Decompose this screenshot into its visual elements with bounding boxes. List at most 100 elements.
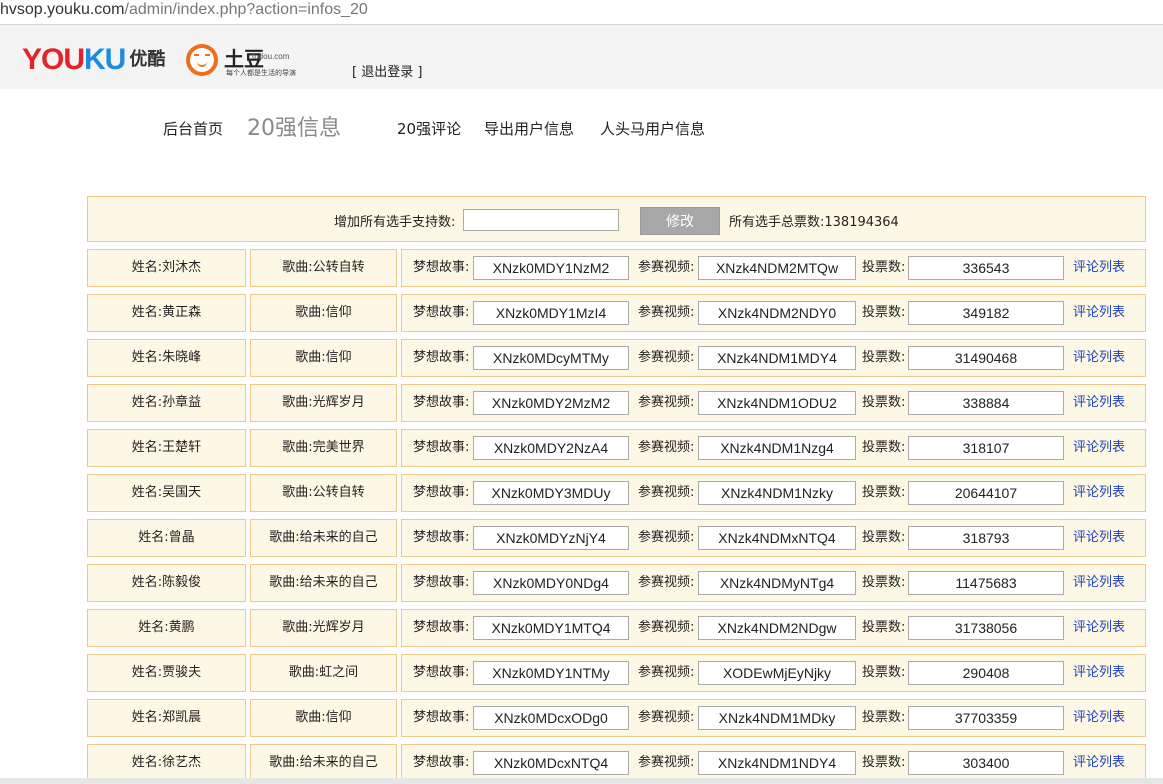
votes-field[interactable]: 336543 (908, 256, 1064, 280)
votes-label: 投票数: (862, 485, 906, 500)
contestant-info: 梦想故事: XNzk0MDY1NTMy 参赛视频: XODEwMjEyNjky 投票数:… (401, 654, 1146, 692)
dream-story-field[interactable]: XNzk0MDYzNjY4 (473, 526, 629, 550)
votes-label: 投票数: (862, 620, 906, 635)
votes-label: 投票数: (862, 575, 906, 590)
votes-field[interactable]: 37703359 (908, 706, 1064, 730)
votes-field[interactable]: 303400 (908, 751, 1064, 775)
votes-field[interactable]: 20644107 (908, 481, 1064, 505)
votes-field[interactable]: 338884 (908, 391, 1064, 415)
contestant-song: 歌曲:给未来的自己 (250, 519, 397, 557)
tudou-logo[interactable]: 土豆 tudou.com 每个人都是生活的导演 (186, 42, 346, 82)
contestant-info: 梦想故事: XNzk0MDY2MzM2 参赛视频: XNzk4NDM1ODU2 投票数:… (401, 384, 1146, 422)
comment-list-link[interactable]: 评论列表 (1073, 340, 1125, 376)
modify-button[interactable]: 修改 (640, 207, 720, 235)
contestant-info: 梦想故事: XNzk0MDcyMTMy 参赛视频: XNzk4NDM1MDY4 投票数:… (401, 339, 1146, 377)
dream-story-label: 梦想故事: (413, 530, 470, 545)
entry-video-field[interactable]: XNzk4NDM1NDY4 (698, 751, 856, 775)
contestant-row: 姓名:王楚轩 歌曲:完美世界 梦想故事: XNzk0MDY2NzA4 参赛视频: XNzk… (87, 429, 1146, 467)
logout-link[interactable]: [ 退出登录 ] (352, 61, 422, 80)
window-bottom-edge (0, 778, 1163, 784)
comment-list-link[interactable]: 评论列表 (1073, 475, 1125, 511)
contestant-info: 梦想故事: XNzk0MDcxNTQ4 参赛视频: XNzk4NDM1NDY4 投票数:… (401, 744, 1146, 782)
dream-story-field[interactable]: XNzk0MDcxNTQ4 (473, 751, 629, 775)
comment-list-link[interactable]: 评论列表 (1073, 655, 1125, 691)
contestant-name: 姓名:贾骏夫 (87, 654, 246, 692)
comment-list-link[interactable]: 评论列表 (1073, 745, 1125, 781)
contestant-name: 姓名:黄正森 (87, 294, 246, 332)
dream-story-field[interactable]: XNzk0MDcyMTMy (473, 346, 629, 370)
dream-story-field[interactable]: XNzk0MDY1MzI4 (473, 301, 629, 325)
contestant-song: 歌曲:公转自转 (250, 249, 397, 287)
dream-story-field[interactable]: XNzk0MDY1MTQ4 (473, 616, 629, 640)
entry-video-field[interactable]: XNzk4NDM1ODU2 (698, 391, 856, 415)
entry-video-field[interactable]: XNzk4NDM1Nzg4 (698, 436, 856, 460)
votes-label: 投票数: (862, 440, 906, 455)
dream-story-label: 梦想故事: (413, 350, 470, 365)
entry-video-field[interactable]: XNzk4NDM2NDgw (698, 616, 856, 640)
url-text[interactable]: hvsop.youku.com/admin/index.php?action=i… (0, 1, 368, 19)
entry-video-label: 参赛视频: (638, 620, 695, 635)
entry-video-field[interactable]: XNzk4NDM2MTQw (698, 256, 856, 280)
contestant-row: 姓名:黄鹏 歌曲:光辉岁月 梦想故事: XNzk0MDY1MTQ4 参赛视频: XNzk4… (87, 609, 1146, 647)
contestant-song: 歌曲:完美世界 (250, 429, 397, 467)
votes-field[interactable]: 318793 (908, 526, 1064, 550)
address-bar[interactable]: hvsop.youku.com/admin/index.php?action=i… (0, 0, 1163, 25)
dream-story-field[interactable]: XNzk0MDY3MDUy (473, 481, 629, 505)
comment-list-link[interactable]: 评论列表 (1073, 520, 1125, 556)
nav-export-users[interactable]: 导出用户信息 (484, 118, 574, 139)
entry-video-field[interactable]: XNzk4NDM2NDY0 (698, 301, 856, 325)
youku-logo[interactable]: YOUKU 优酷 (22, 43, 165, 77)
dream-story-field[interactable]: XNzk0MDY1NzM2 (473, 256, 629, 280)
youku-logo-ku: KU (84, 43, 126, 76)
support-input[interactable] (463, 209, 619, 231)
votes-field[interactable]: 290408 (908, 661, 1064, 685)
votes-field[interactable]: 318107 (908, 436, 1064, 460)
comment-list-link[interactable]: 评论列表 (1073, 295, 1125, 331)
comment-list-link[interactable]: 评论列表 (1073, 700, 1125, 736)
votes-field[interactable]: 31490468 (908, 346, 1064, 370)
dream-story-field[interactable]: XNzk0MDY0NDg4 (473, 571, 629, 595)
dream-story-label: 梦想故事: (413, 485, 470, 500)
dream-story-label: 梦想故事: (413, 620, 470, 635)
entry-video-field[interactable]: XNzk4NDM1MDky (698, 706, 856, 730)
dream-story-field[interactable]: XNzk0MDY1NTMy (473, 661, 629, 685)
support-label: 增加所有选手支持数: (334, 215, 456, 230)
comment-list-link[interactable]: 评论列表 (1073, 565, 1125, 601)
dream-story-field[interactable]: XNzk0MDY2NzA4 (473, 436, 629, 460)
dream-story-label: 梦想故事: (413, 665, 470, 680)
votes-field[interactable]: 349182 (908, 301, 1064, 325)
votes-field[interactable]: 11475683 (908, 571, 1064, 595)
entry-video-field[interactable]: XNzk4NDMyNTg4 (698, 571, 856, 595)
comment-list-link[interactable]: 评论列表 (1073, 385, 1125, 421)
votes-label: 投票数: (862, 350, 906, 365)
votes-label: 投票数: (862, 305, 906, 320)
nav-remy-users[interactable]: 人头马用户信息 (600, 118, 705, 139)
votes-label: 投票数: (862, 260, 906, 275)
votes-field[interactable]: 31738056 (908, 616, 1064, 640)
entry-video-field[interactable]: XNzk4NDM1Nzky (698, 481, 856, 505)
contestant-info: 梦想故事: XNzk0MDY1NzM2 参赛视频: XNzk4NDM2MTQw 投票数:… (401, 249, 1146, 287)
nav-top20-info[interactable]: 20强信息 (247, 110, 341, 142)
contestant-song: 歌曲:光辉岁月 (250, 609, 397, 647)
contestant-info: 梦想故事: XNzk0MDY1MTQ4 参赛视频: XNzk4NDM2NDgw 投票数:… (401, 609, 1146, 647)
dream-story-label: 梦想故事: (413, 395, 470, 410)
comment-list-link[interactable]: 评论列表 (1073, 610, 1125, 646)
entry-video-field[interactable]: XODEwMjEyNjky (698, 661, 856, 685)
dream-story-label: 梦想故事: (413, 575, 470, 590)
entry-video-field[interactable]: XNzk4NDMxNTQ4 (698, 526, 856, 550)
dream-story-field[interactable]: XNzk0MDcxODg0 (473, 706, 629, 730)
entry-video-label: 参赛视频: (638, 755, 695, 770)
dream-story-field[interactable]: XNzk0MDY2MzM2 (473, 391, 629, 415)
entry-video-label: 参赛视频: (638, 710, 695, 725)
contestant-row: 姓名:朱晓峰 歌曲:信仰 梦想故事: XNzk0MDcyMTMy 参赛视频: XNzk4N… (87, 339, 1146, 377)
contestant-name: 姓名:郑凯晨 (87, 699, 246, 737)
entry-video-label: 参赛视频: (638, 665, 695, 680)
url-path: /admin/index.php?action=infos_20 (124, 1, 368, 18)
entry-video-field[interactable]: XNzk4NDM1MDY4 (698, 346, 856, 370)
contestant-song: 歌曲:信仰 (250, 339, 397, 377)
comment-list-link[interactable]: 评论列表 (1073, 430, 1125, 466)
contestant-info: 梦想故事: XNzk0MDcxODg0 参赛视频: XNzk4NDM1MDky 投票数:… (401, 699, 1146, 737)
comment-list-link[interactable]: 评论列表 (1073, 250, 1125, 286)
nav-top20-comments[interactable]: 20强评论 (397, 118, 461, 139)
nav-admin-home[interactable]: 后台首页 (163, 118, 223, 139)
